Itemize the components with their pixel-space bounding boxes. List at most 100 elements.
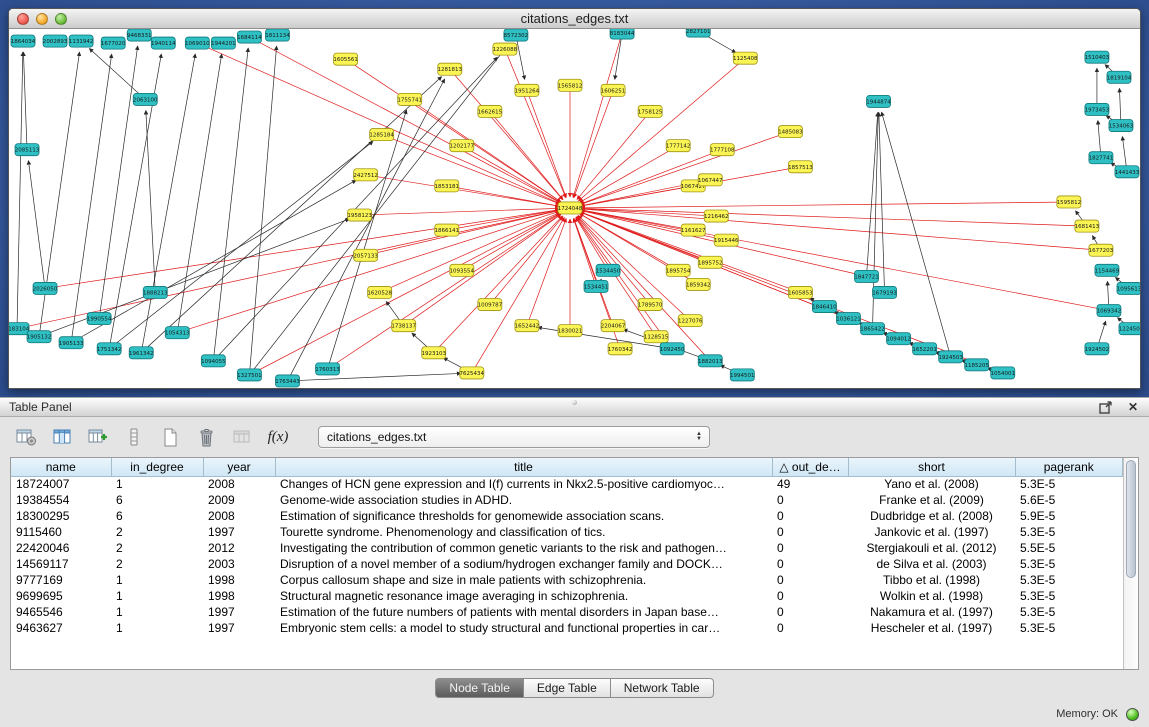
table-row[interactable]: 94636271 1997Embryonic stem cells: a mod… — [11, 620, 1123, 636]
graph-node[interactable]: 1940114 — [151, 37, 176, 49]
graph-node[interactable]: 1677020 — [101, 37, 126, 49]
graph-node[interactable]: 1095613 — [1117, 282, 1140, 294]
graph-node[interactable]: 1281813 — [438, 63, 463, 75]
graph-node[interactable]: 1811134 — [265, 29, 290, 41]
graph-node[interactable]: 1865422 — [860, 323, 885, 335]
graph-node[interactable]: 1620528 — [367, 286, 392, 298]
graph-node[interactable]: 1202177 — [450, 140, 475, 152]
graph-node[interactable]: 1859342 — [686, 278, 711, 290]
graph-node[interactable]: 1905132 — [27, 331, 52, 343]
zoom-window-button[interactable] — [55, 13, 67, 25]
graph-node[interactable]: 1652201 — [912, 343, 937, 355]
graph-node[interactable]: 1760313 — [315, 363, 340, 375]
graph-node[interactable]: 1777108 — [710, 144, 735, 156]
column-header[interactable]: title — [275, 458, 772, 476]
table-row[interactable]: 224200462 2012Investigating the contribu… — [11, 540, 1123, 556]
graph-node[interactable]: 8183044 — [610, 29, 635, 39]
citation-edge-black[interactable] — [89, 49, 145, 100]
citation-edge-red[interactable] — [434, 216, 563, 353]
graph-node[interactable]: 1895752 — [698, 256, 723, 268]
tab-edge-table[interactable]: Edge Table — [524, 678, 611, 698]
citation-edge-red[interactable] — [580, 146, 679, 203]
graph-node[interactable]: 9468331 — [127, 29, 152, 41]
graph-node[interactable]: 1595812 — [1057, 196, 1082, 208]
column-header[interactable]: △ out_de… — [772, 458, 848, 476]
graph-node[interactable]: 1958123 — [347, 209, 372, 221]
graph-node[interactable]: 1094055 — [201, 355, 226, 367]
table-row[interactable]: 183002956 2008Estimation of significance… — [11, 508, 1123, 524]
citation-edge-red[interactable] — [573, 33, 622, 197]
graph-node[interactable]: 1227076 — [678, 315, 703, 327]
column-header[interactable]: year — [203, 458, 275, 476]
graph-node[interactable]: 1681413 — [1075, 220, 1100, 232]
function-builder-icon[interactable]: f(x) — [266, 425, 290, 449]
graph-node[interactable]: 1738137 — [391, 320, 416, 332]
graph-node[interactable]: 1847721 — [854, 270, 879, 282]
citation-edge-red[interactable] — [490, 111, 563, 199]
graph-node[interactable]: 2204067 — [601, 320, 626, 332]
graph-node[interactable]: 1763443 — [275, 375, 300, 387]
graph-node[interactable]: 1054001 — [990, 367, 1015, 379]
graph-node[interactable]: 1830021 — [558, 325, 583, 337]
graph-node[interactable]: 7625434 — [460, 367, 485, 379]
import-table-icon[interactable] — [230, 425, 254, 449]
graph-node[interactable]: 1888213 — [143, 286, 168, 298]
graph-node[interactable]: 2085113 — [15, 144, 40, 156]
graph-node[interactable]: 1161627 — [681, 224, 706, 236]
citation-edge-red[interactable] — [527, 90, 566, 197]
citation-edge-black[interactable] — [879, 112, 885, 292]
graph-node[interactable]: 1994501 — [730, 369, 755, 381]
graph-node[interactable]: 1285184 — [369, 129, 394, 141]
graph-node[interactable]: 1441433 — [1115, 166, 1140, 178]
graph-node[interactable]: 1093554 — [450, 264, 475, 276]
citation-edge-black[interactable] — [28, 161, 45, 289]
graph-node[interactable]: 2026050 — [33, 282, 58, 294]
graph-node[interactable]: 1924502 — [1085, 343, 1110, 355]
vertical-scrollbar[interactable] — [1123, 458, 1138, 669]
graph-node[interactable]: 1054313 — [165, 327, 190, 339]
table-row[interactable]: 97771691 1998Corpus callosum shape and s… — [11, 572, 1123, 588]
graph-node[interactable]: 1951264 — [515, 84, 540, 96]
add-column-icon[interactable] — [86, 425, 110, 449]
float-panel-icon[interactable] — [1098, 400, 1112, 414]
graph-node[interactable]: 1069342 — [1097, 305, 1122, 317]
graph-node[interactable]: 1131942 — [69, 35, 94, 47]
citation-edge-red[interactable] — [574, 90, 613, 197]
graph-node[interactable]: 2063100 — [133, 93, 158, 105]
citation-edge-red[interactable] — [472, 217, 565, 372]
graph-node[interactable]: 1864034 — [11, 35, 36, 47]
table-source-dropdown[interactable]: citations_edges.txt ▲▼ — [318, 426, 710, 448]
graph-node[interactable]: 1760342 — [608, 343, 633, 355]
table-row[interactable]: 91154602 1997Tourette syndrome. Phenomen… — [11, 524, 1123, 540]
graph-node[interactable]: 1125408 — [733, 52, 758, 64]
citation-edge-black[interactable] — [177, 54, 221, 333]
citation-edge-red[interactable] — [581, 202, 1069, 208]
table-row[interactable]: 96996951 1998Structural magnetic resonan… — [11, 588, 1123, 604]
new-file-icon[interactable] — [158, 425, 182, 449]
citation-edge-red[interactable] — [366, 211, 560, 256]
table-row[interactable]: 193845546 2009Genome-wide association st… — [11, 492, 1123, 508]
column-header[interactable]: short — [848, 458, 1015, 476]
graph-node[interactable]: 1183104 — [9, 323, 30, 335]
citation-edge-red[interactable] — [249, 213, 560, 375]
graph-node[interactable]: 2827101 — [686, 29, 711, 37]
graph-node[interactable]: 1605561 — [333, 53, 358, 65]
table-row[interactable]: 145691172 2003Disruption of a novel memb… — [11, 556, 1123, 572]
graph-node[interactable]: 1915446 — [714, 234, 739, 246]
graph-node[interactable]: 1534450 — [596, 264, 621, 276]
graph-node[interactable]: 1606251 — [601, 84, 626, 96]
delete-trash-icon[interactable] — [194, 425, 218, 449]
citation-edge-red[interactable] — [249, 37, 560, 203]
graph-node[interactable]: 1216462 — [704, 210, 729, 222]
scrollbar-thumb[interactable] — [1126, 460, 1136, 578]
table-row[interactable]: 187240071 2008Changes of HCN gene expres… — [11, 476, 1123, 492]
graph-node[interactable]: 1510403 — [1085, 51, 1110, 63]
close-window-button[interactable] — [17, 13, 29, 25]
citation-edge-black[interactable] — [287, 79, 444, 381]
graph-node[interactable]: 1853181 — [435, 180, 460, 192]
graph-node[interactable]: 1485083 — [778, 126, 803, 138]
graph-node[interactable]: 1605853 — [788, 286, 813, 298]
graph-node[interactable]: 1944874 — [866, 95, 891, 107]
graph-node[interactable]: 1866141 — [435, 224, 460, 236]
graph-node[interactable]: 1679193 — [872, 286, 897, 298]
